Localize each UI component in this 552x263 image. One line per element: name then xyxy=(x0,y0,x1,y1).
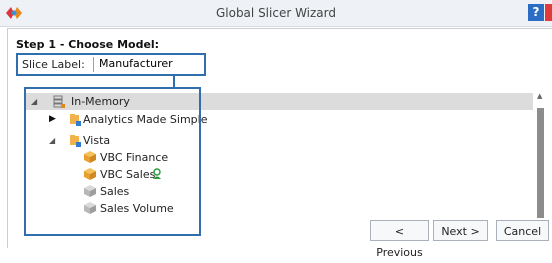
tree-scrollbar[interactable]: ▲ ▼ xyxy=(537,92,544,232)
slice-label-divider xyxy=(93,57,94,72)
scroll-thumb[interactable] xyxy=(537,108,544,218)
cancel-button[interactable]: Cancel xyxy=(496,220,549,241)
help-button[interactable]: ? xyxy=(528,4,544,21)
close-button[interactable] xyxy=(545,4,552,21)
slice-label-field: Slice Label: xyxy=(16,53,206,76)
previous-button[interactable]: < Previous xyxy=(370,220,429,259)
slice-label-caption: Slice Label: xyxy=(22,58,85,71)
window-title: Global Slicer Wizard xyxy=(215,6,337,20)
step-title: Step 1 - Choose Model: xyxy=(16,38,160,51)
next-button[interactable]: Next > xyxy=(433,220,488,241)
title-bar: Global Slicer Wizard ? xyxy=(0,0,552,27)
tree-highlight-frame xyxy=(24,87,201,236)
scroll-up-icon[interactable]: ▲ xyxy=(537,92,542,100)
slice-label-input[interactable] xyxy=(99,56,201,71)
